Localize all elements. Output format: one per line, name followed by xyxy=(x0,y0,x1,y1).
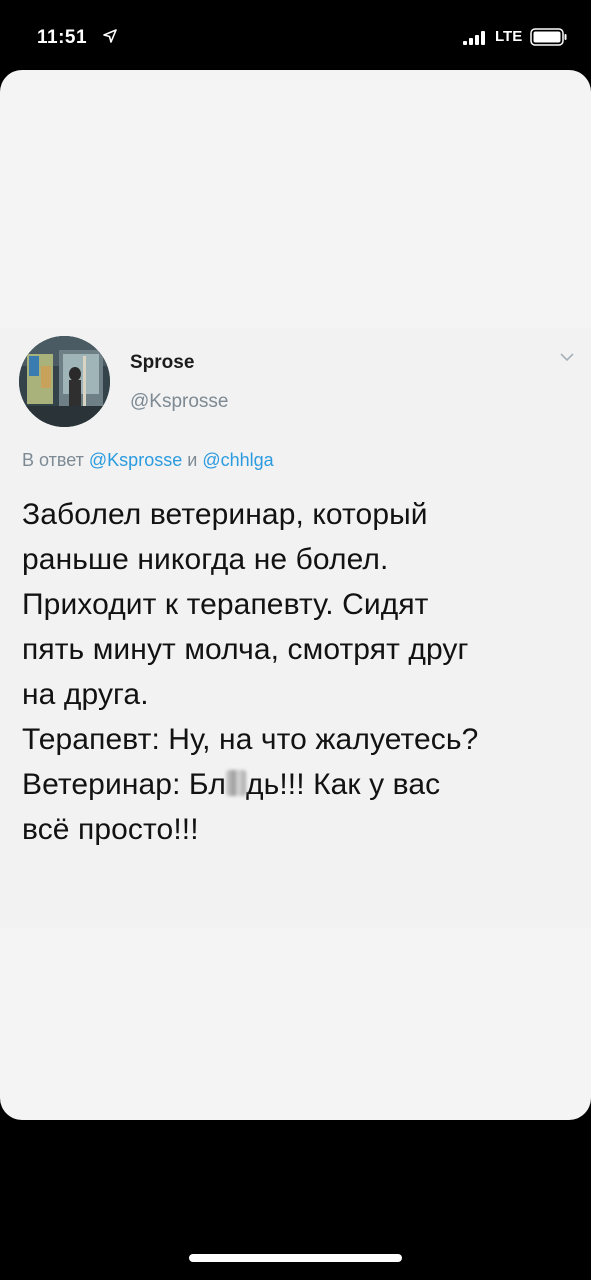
tweet-text-fragment: Ветеринар: Бл xyxy=(22,768,226,801)
tweet-text-line: на друга. xyxy=(22,678,149,711)
tweet-text-line: Заболел ветеринар, который xyxy=(22,498,428,531)
user-handle[interactable]: @Ksprosse xyxy=(130,391,229,413)
reply-context: В ответ @Ksprosse и @chhlga xyxy=(22,450,274,471)
status-time: 11:51 xyxy=(37,27,88,48)
tweet-text-line: Ветеринар: Бл дь!!! Как у вас xyxy=(22,762,582,807)
censor-blur xyxy=(226,770,246,796)
tweet-text-line: всё просто!!! xyxy=(22,813,199,846)
battery-icon xyxy=(530,28,567,46)
status-bar: 11:51 LTE xyxy=(0,0,591,70)
display-name[interactable]: Sprose xyxy=(130,352,194,374)
avatar[interactable] xyxy=(19,336,110,427)
tweet-text-line: Приходит к терапевту. Сидят xyxy=(22,588,429,621)
tweet-text-fragment: дь!!! Как у вас xyxy=(246,768,441,801)
reply-mention-chhlga[interactable]: @chhlga xyxy=(202,450,273,470)
reply-conjunction: и xyxy=(187,450,198,470)
avatar-image xyxy=(19,336,110,427)
tweet-text-line: раньше никогда не болел. xyxy=(22,543,389,576)
reply-mention-ksprosse[interactable]: @Ksprosse xyxy=(89,450,182,470)
chevron-down-icon[interactable] xyxy=(560,352,574,362)
home-indicator[interactable] xyxy=(189,1254,402,1262)
reply-prefix: В ответ xyxy=(22,450,84,470)
tweet-text-line: пять минут молча, смотрят друг xyxy=(22,633,469,666)
cellular-signal-icon xyxy=(463,31,485,45)
content-card: Sprose @Ksprosse В ответ @Ksprosse и @ch… xyxy=(0,70,591,1120)
tweet[interactable]: Sprose @Ksprosse В ответ @Ksprosse и @ch… xyxy=(0,328,591,928)
tweet-text: Заболел ветеринар, который раньше никогд… xyxy=(22,492,582,852)
tweet-text-line: Терапевт: Ну, на что жалуетесь? xyxy=(22,723,479,756)
location-arrow-icon xyxy=(103,29,117,43)
network-type: LTE xyxy=(495,28,523,45)
